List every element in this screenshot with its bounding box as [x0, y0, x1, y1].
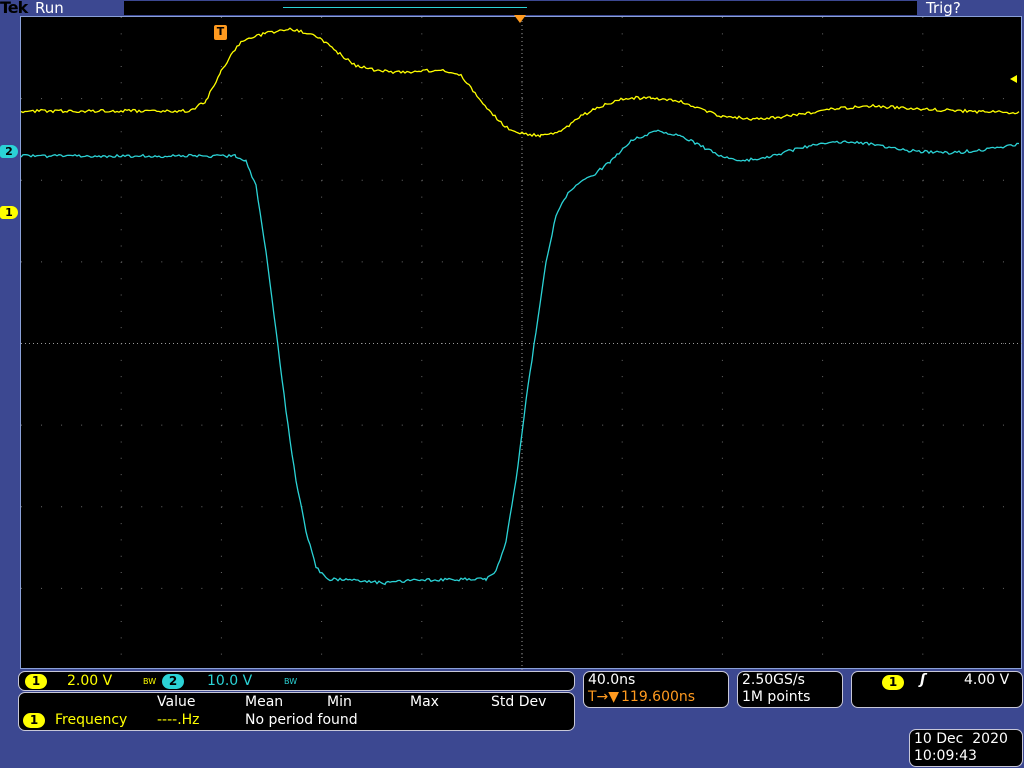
ch2-badge[interactable]: 2 — [162, 674, 184, 689]
measurement-name[interactable]: Frequency — [55, 712, 127, 728]
record-view-bar[interactable] — [124, 1, 917, 15]
ch2-trace — [21, 130, 1019, 584]
acquisition-state: Run — [35, 0, 64, 17]
header-std-dev: Std Dev — [491, 694, 546, 710]
delay-prefix: T→▼ — [588, 689, 619, 705]
measurement-value: ----.Hz — [157, 712, 200, 728]
header-value: Value — [157, 694, 195, 710]
horizontal-delay[interactable]: 119.600ns — [621, 689, 695, 705]
measurement-panel[interactable]: Value Mean Min Max Std Dev 1 Frequency -… — [18, 692, 575, 731]
brand-logo: Tek — [0, 0, 27, 17]
measurement-source-badge: 1 — [23, 713, 45, 728]
datetime-panel: 10 Dec 2020 10:09:43 — [909, 729, 1023, 767]
ch1-badge[interactable]: 1 — [25, 674, 47, 689]
record-window — [283, 7, 527, 8]
ch2-bw-icon: BW — [284, 677, 297, 686]
trigger-time-arrow-icon — [514, 15, 526, 23]
record-length: 1M points — [742, 689, 810, 705]
horizontal-scale[interactable]: 40.0ns — [588, 672, 635, 688]
header-max: Max — [410, 694, 439, 710]
rising-edge-icon: ʃ — [920, 672, 926, 688]
header-min: Min — [327, 694, 352, 710]
ch1-scale[interactable]: 2.00 V — [67, 673, 112, 689]
time: 10:09:43 — [914, 748, 977, 764]
waveform-display — [21, 17, 1023, 670]
ch2-ground-marker[interactable]: 2 — [0, 145, 18, 158]
ch1-ground-marker[interactable]: 1 — [0, 206, 18, 219]
sample-rate: 2.50GS/s — [742, 672, 805, 688]
channel-scale-panel[interactable]: 1 2.00 V BW 2 10.0 V BW — [18, 671, 575, 691]
trigger-panel[interactable]: 1 ʃ 4.00 V — [851, 671, 1023, 708]
ch2-scale[interactable]: 10.0 V — [207, 673, 252, 689]
trigger-position-marker[interactable]: T — [214, 25, 227, 40]
date: 10 Dec 2020 — [914, 731, 1008, 747]
ch1-bw-icon: BW — [143, 677, 156, 686]
measurement-status: No period found — [245, 712, 358, 728]
acquisition-panel[interactable]: 2.50GS/s 1M points — [737, 671, 843, 708]
trigger-level[interactable]: 4.00 V — [964, 672, 1009, 688]
waveform-graticule[interactable] — [20, 16, 1022, 669]
timebase-panel[interactable]: 40.0ns T→▼ 119.600ns — [583, 671, 729, 708]
trigger-level-arrow-icon — [1010, 75, 1017, 83]
ch1-trace — [21, 28, 1019, 137]
trigger-status: Trig? — [926, 0, 961, 17]
trigger-source-badge: 1 — [882, 675, 904, 690]
header-mean: Mean — [245, 694, 283, 710]
